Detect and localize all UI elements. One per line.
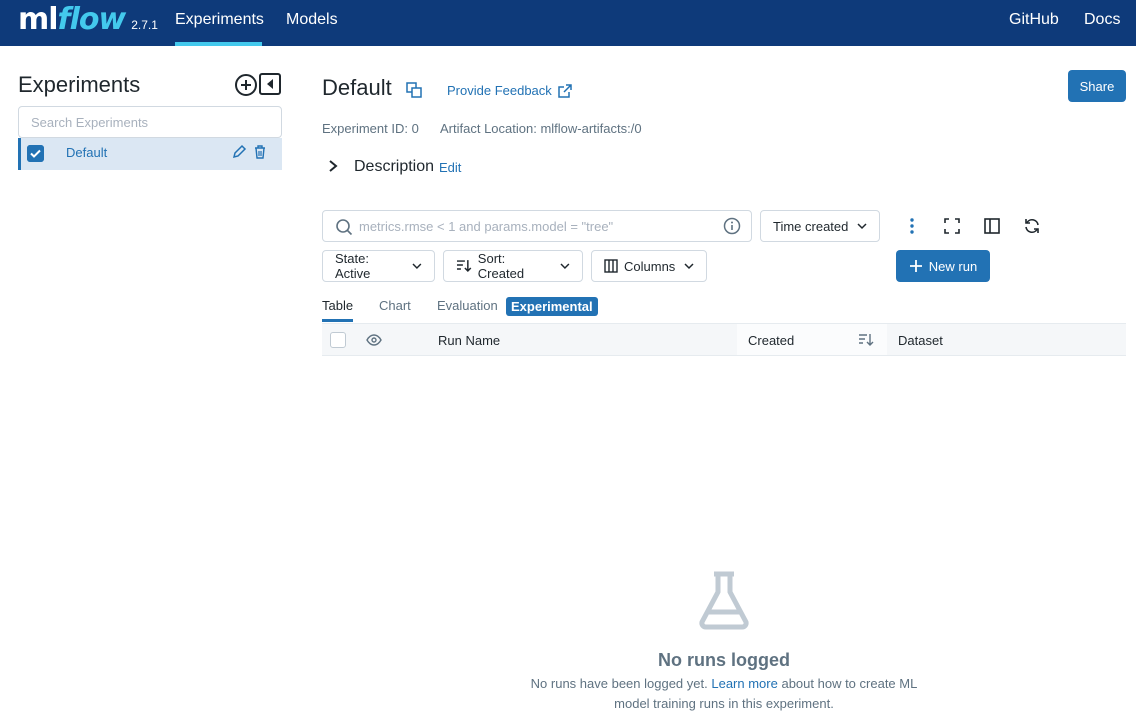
- version-label: 2.7.1: [131, 18, 158, 32]
- more-vertical-icon[interactable]: [903, 217, 921, 235]
- pencil-icon[interactable]: [231, 144, 247, 160]
- columns-dropdown[interactable]: Columns: [591, 250, 707, 282]
- side-panel-icon[interactable]: [983, 217, 1001, 235]
- run-search-input[interactable]: [359, 212, 709, 240]
- sort-label: Sort: Created: [477, 251, 525, 281]
- chevron-down-icon: [857, 223, 867, 230]
- external-link-icon: [558, 83, 572, 98]
- info-icon[interactable]: [723, 217, 741, 235]
- provide-feedback-link[interactable]: Provide Feedback: [447, 83, 572, 98]
- sort-icon: [456, 260, 472, 272]
- search-experiments-input[interactable]: [18, 106, 282, 138]
- nav-experiments[interactable]: Experiments: [175, 0, 264, 46]
- artifact-location: Artifact Location: mlflow-artifacts:/0: [440, 121, 642, 136]
- share-button[interactable]: Share: [1068, 70, 1126, 102]
- search-icon: [336, 219, 353, 236]
- empty-state-description: No runs have been logged yet. Learn more…: [524, 674, 924, 714]
- plus-icon: [909, 260, 922, 272]
- column-header-run-name[interactable]: Run Name: [438, 333, 500, 348]
- tab-evaluation[interactable]: Evaluation: [437, 298, 498, 322]
- columns-label: Columns: [624, 258, 676, 274]
- trash-icon[interactable]: [253, 144, 267, 160]
- tab-table[interactable]: Table: [322, 298, 354, 322]
- runs-table-header: Run Name Created Dataset: [322, 323, 1126, 356]
- tab-chart[interactable]: Chart: [379, 298, 411, 322]
- checkbox-checked-icon[interactable]: [27, 145, 44, 162]
- nav-models[interactable]: Models: [286, 0, 338, 46]
- state-filter-dropdown[interactable]: State: Active: [322, 250, 435, 282]
- description-label[interactable]: Description: [354, 158, 434, 176]
- chevron-down-icon: [560, 263, 570, 270]
- select-all-checkbox[interactable]: [330, 332, 346, 348]
- eye-icon[interactable]: [366, 333, 382, 347]
- beaker-icon: [699, 571, 749, 630]
- column-header-created[interactable]: Created: [748, 333, 794, 348]
- new-run-button[interactable]: New run: [896, 250, 990, 282]
- top-nav: ml flow 2.7.1 Experiments Models GitHub Do…: [0, 0, 1136, 46]
- add-experiment-icon[interactable]: [234, 73, 258, 97]
- sort-descending-icon[interactable]: [858, 333, 874, 347]
- empty-desc-prefix: No runs have been logged yet.: [530, 676, 708, 691]
- time-created-dropdown[interactable]: Time created: [760, 210, 880, 242]
- mlflow-logo[interactable]: ml flow 2.7.1: [18, 2, 158, 42]
- empty-state-title: No runs logged: [658, 650, 790, 670]
- learn-more-link[interactable]: Learn more: [711, 676, 777, 691]
- collapse-sidebar-icon[interactable]: [259, 73, 281, 95]
- run-search-box[interactable]: [322, 210, 752, 242]
- experiment-id: Experiment ID: 0: [322, 121, 419, 136]
- description-edit-link[interactable]: Edit: [439, 160, 461, 175]
- sort-dropdown[interactable]: Sort: Created: [443, 250, 583, 282]
- logo-ml: ml: [18, 2, 59, 37]
- chevron-down-icon: [412, 263, 422, 270]
- page-title: Default: [322, 75, 392, 100]
- refresh-icon[interactable]: [1023, 217, 1041, 235]
- fullscreen-icon[interactable]: [943, 217, 961, 235]
- time-created-label: Time created: [773, 218, 849, 234]
- column-header-dataset[interactable]: Dataset: [898, 333, 943, 348]
- sidebar-title: Experiments: [18, 72, 141, 97]
- experimental-badge: Experimental: [506, 297, 598, 316]
- experiment-list-item[interactable]: Default: [18, 138, 282, 170]
- experiment-name[interactable]: Default: [66, 145, 107, 160]
- logo-flow: flow: [57, 2, 127, 37]
- nav-docs[interactable]: Docs: [1084, 0, 1120, 46]
- new-run-label: New run: [928, 258, 978, 274]
- chevron-right-icon[interactable]: [326, 158, 340, 174]
- feedback-label: Provide Feedback: [447, 83, 552, 98]
- chevron-down-icon: [684, 263, 694, 270]
- columns-icon: [604, 259, 618, 273]
- copy-icon[interactable]: [406, 82, 422, 98]
- state-filter-label: State: Active: [335, 251, 371, 281]
- nav-github[interactable]: GitHub: [1009, 0, 1059, 46]
